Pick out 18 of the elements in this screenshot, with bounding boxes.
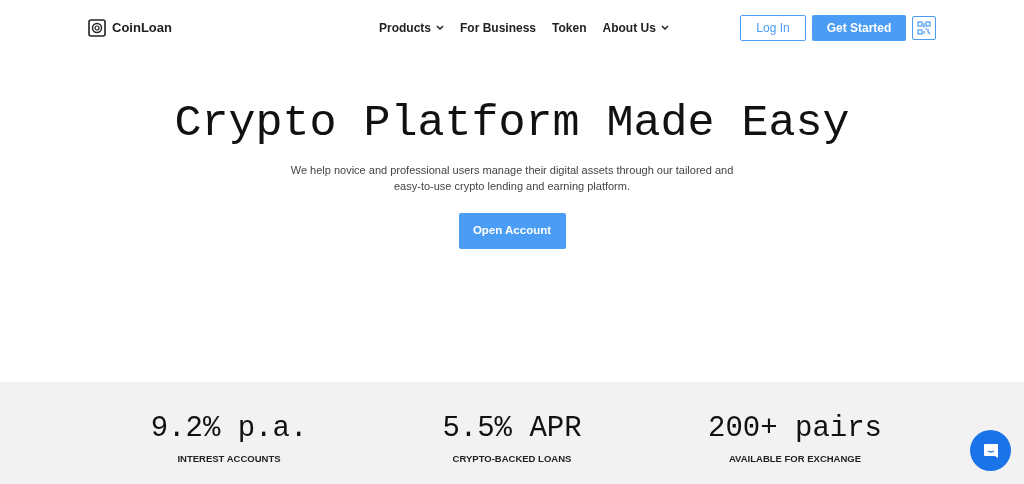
nav-link[interactable]: Token <box>552 18 587 37</box>
stat-value: 9.2% p.a. <box>150 412 308 446</box>
stat-value: 200+ pairs <box>708 412 882 446</box>
qr-code-button[interactable] <box>912 15 936 40</box>
chevron-down-icon <box>436 25 444 30</box>
hero-title: Crypto Platform Made Easy <box>174 97 850 151</box>
logo-text: CoinLoan <box>112 18 172 37</box>
nav-link[interactable]: For Business <box>460 18 537 37</box>
chevron-down-icon <box>660 25 669 30</box>
hero-subtitle: We help novice and professional users manage their digital assets through our tailored and easy-to-use crypto lending and earning platform. <box>289 163 735 194</box>
stat-label: AVAILABLE FOR EXCHANGE <box>728 452 862 466</box>
qr-code-icon <box>917 20 931 35</box>
logo-icon <box>88 18 106 37</box>
nav-link[interactable]: Products <box>379 18 444 37</box>
stat-label: INTEREST ACCOUNTS <box>177 452 281 466</box>
stat-value: 5.5% APR <box>442 412 582 446</box>
nav-link[interactable]: About Us <box>602 18 669 37</box>
stat-label: CRYPTO-BACKED LOANS <box>452 452 572 466</box>
